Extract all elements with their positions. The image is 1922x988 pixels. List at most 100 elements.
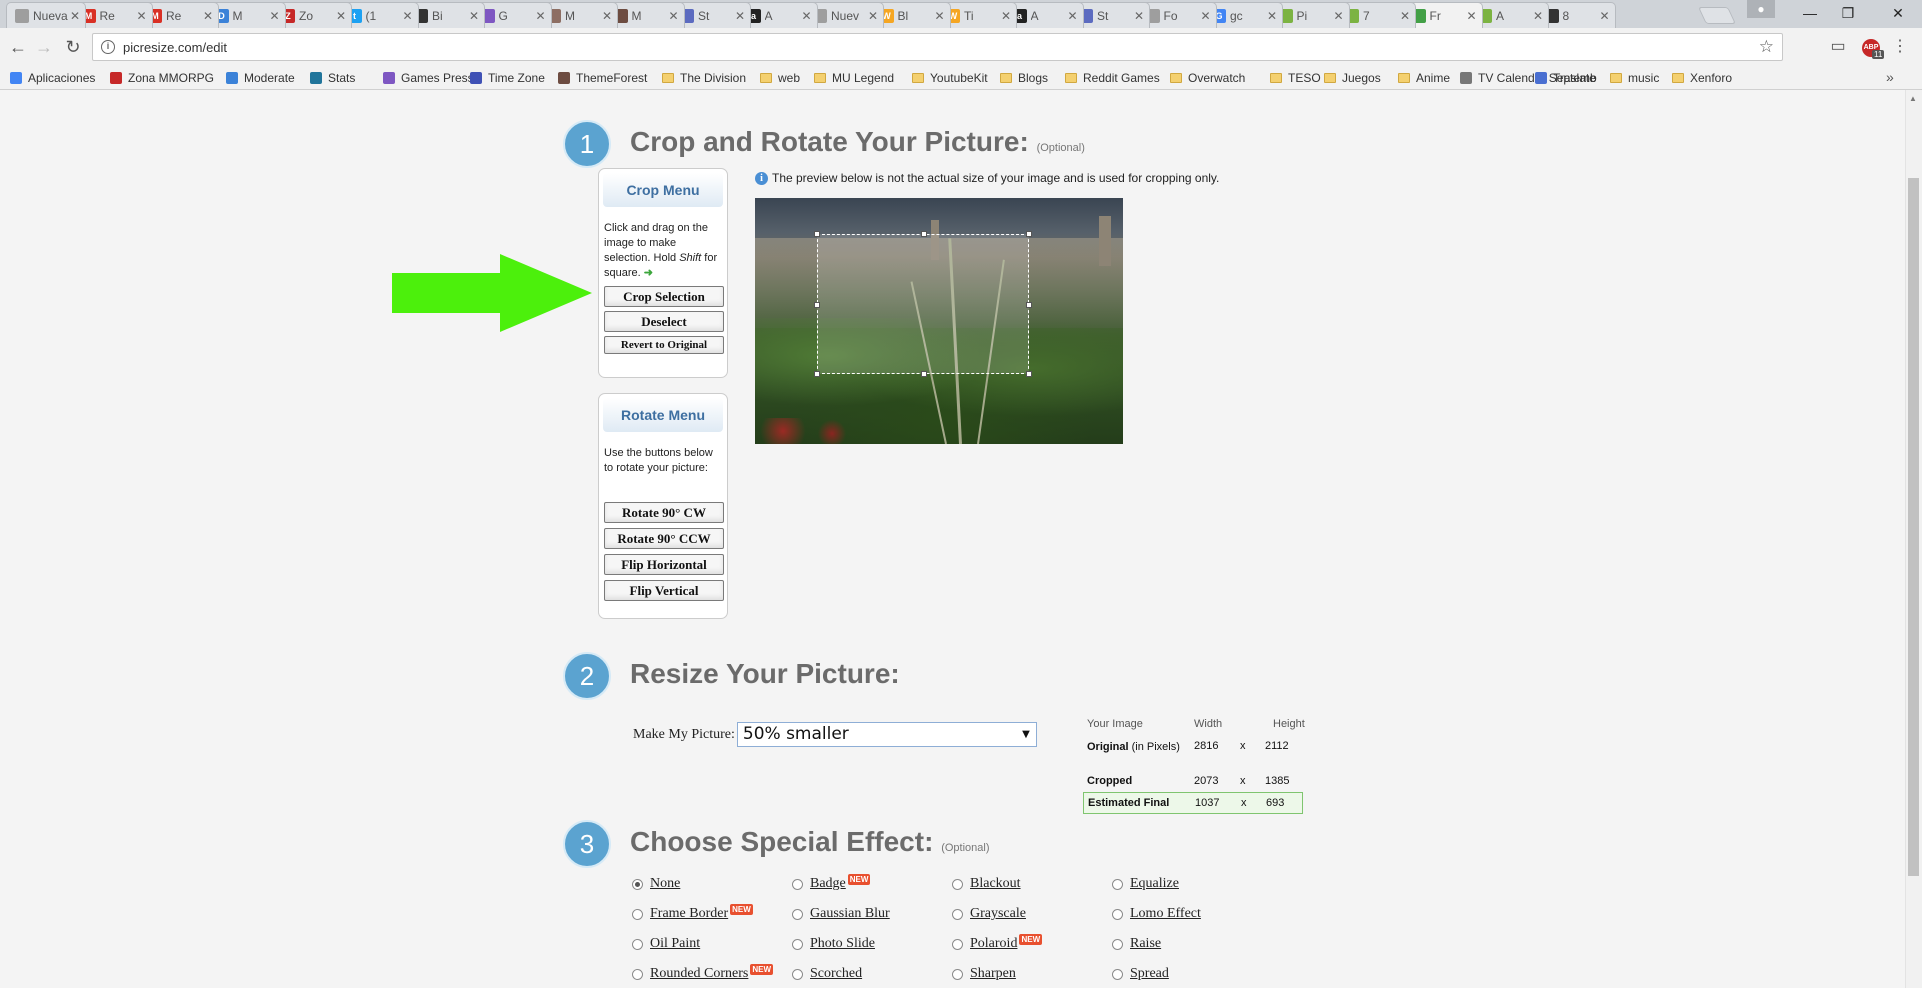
effect-radio[interactable] bbox=[792, 908, 803, 920]
effect-radio[interactable] bbox=[1112, 938, 1123, 950]
effect-option[interactable]: Spread bbox=[1112, 966, 1169, 982]
tab-close-icon[interactable]: ✕ bbox=[734, 9, 746, 23]
deselect-button[interactable]: Deselect bbox=[604, 311, 724, 332]
bookmark-item[interactable]: Time Zone bbox=[470, 69, 545, 87]
effect-radio[interactable] bbox=[1112, 878, 1123, 890]
effect-radio[interactable] bbox=[952, 908, 963, 920]
effect-option[interactable]: Polaroid NEW bbox=[952, 933, 1043, 952]
effect-option[interactable]: Badge NEW bbox=[792, 873, 871, 892]
menu-kebab-icon[interactable]: ⋮ bbox=[1889, 37, 1911, 57]
bookmark-item[interactable]: ThemeForest bbox=[558, 69, 647, 87]
effect-radio[interactable] bbox=[1112, 968, 1123, 980]
effect-option[interactable]: None bbox=[632, 876, 680, 892]
bookmark-item[interactable]: YoutubeKit bbox=[912, 69, 988, 87]
bookmark-item[interactable]: Xenforo bbox=[1672, 69, 1732, 87]
effect-radio[interactable] bbox=[952, 938, 963, 950]
bookmark-item[interactable]: Juegos bbox=[1324, 69, 1381, 87]
maximize-icon[interactable]: ❐ bbox=[1826, 2, 1870, 24]
bookmark-item[interactable]: Games Press bbox=[383, 69, 474, 87]
bookmark-item[interactable]: Reddit Games bbox=[1065, 69, 1160, 87]
crop-handle[interactable] bbox=[1026, 302, 1032, 308]
effect-radio[interactable] bbox=[952, 878, 963, 890]
tab-close-icon[interactable]: ✕ bbox=[1133, 9, 1145, 23]
crop-handle[interactable] bbox=[921, 371, 927, 377]
effect-label[interactable]: None bbox=[650, 876, 680, 892]
tab-close-icon[interactable]: ✕ bbox=[1200, 9, 1212, 23]
flip-horizontal-button[interactable]: Flip Horizontal bbox=[604, 554, 724, 575]
address-bar[interactable]: i picresize.com/edit ☆ bbox=[92, 33, 1783, 61]
effect-option[interactable]: Oil Paint bbox=[632, 936, 700, 952]
bookmark-item[interactable]: web bbox=[760, 69, 800, 87]
bookmark-item[interactable]: The Division bbox=[662, 69, 746, 87]
bookmark-item[interactable]: Moderate bbox=[226, 69, 295, 87]
bookmark-item[interactable]: Zona MMORPG bbox=[110, 69, 214, 87]
effect-radio[interactable] bbox=[952, 968, 963, 980]
crop-handle[interactable] bbox=[814, 302, 820, 308]
effect-radio[interactable] bbox=[792, 968, 803, 980]
effect-option[interactable]: Gaussian Blur bbox=[792, 906, 890, 922]
tab-close-icon[interactable]: ✕ bbox=[601, 9, 613, 23]
effect-label[interactable]: Scorched bbox=[810, 966, 862, 982]
effect-option[interactable]: Frame Border NEW bbox=[632, 903, 753, 922]
effect-label[interactable]: Photo Slide bbox=[810, 936, 875, 952]
bookmark-item[interactable]: music bbox=[1610, 69, 1659, 87]
crop-handle[interactable] bbox=[921, 231, 927, 237]
profile-icon[interactable]: ● bbox=[1747, 0, 1775, 18]
tab-close-icon[interactable]: ✕ bbox=[335, 9, 347, 23]
tab-close-icon[interactable]: ✕ bbox=[934, 9, 946, 23]
crop-handle[interactable] bbox=[814, 231, 820, 237]
effect-radio[interactable] bbox=[632, 908, 643, 920]
effect-option[interactable]: Photo Slide bbox=[792, 936, 875, 952]
effect-label[interactable]: Rounded Corners bbox=[650, 966, 748, 982]
effect-radio[interactable] bbox=[792, 938, 803, 950]
tab-close-icon[interactable]: ✕ bbox=[1399, 9, 1411, 23]
crop-selection-button[interactable]: Crop Selection bbox=[604, 286, 724, 307]
cast-icon[interactable]: ▭ bbox=[1827, 37, 1849, 57]
effect-option[interactable]: Blackout bbox=[952, 876, 1021, 892]
back-icon[interactable]: ← bbox=[6, 35, 30, 59]
effect-label[interactable]: Oil Paint bbox=[650, 936, 700, 952]
effect-label[interactable]: Badge bbox=[810, 876, 846, 892]
tab-close-icon[interactable]: ✕ bbox=[1532, 9, 1544, 23]
crop-handle[interactable] bbox=[1026, 231, 1032, 237]
effect-option[interactable]: Sharpen bbox=[952, 966, 1016, 982]
tab-close-icon[interactable]: ✕ bbox=[1466, 9, 1478, 23]
crop-handle[interactable] bbox=[1026, 371, 1032, 377]
crop-handle[interactable] bbox=[814, 371, 820, 377]
scroll-up-icon[interactable]: ▲ bbox=[1909, 94, 1917, 103]
image-preview-canvas[interactable] bbox=[755, 198, 1123, 444]
rotate-ccw-button[interactable]: Rotate 90° CCW bbox=[604, 528, 724, 549]
tab-close-icon[interactable]: ✕ bbox=[1333, 9, 1345, 23]
effect-label[interactable]: Grayscale bbox=[970, 906, 1026, 922]
rotate-cw-button[interactable]: Rotate 90° CW bbox=[604, 502, 724, 523]
tab-close-icon[interactable]: ✕ bbox=[1000, 9, 1012, 23]
effect-label[interactable]: Frame Border bbox=[650, 906, 728, 922]
effect-option[interactable]: Equalize bbox=[1112, 876, 1179, 892]
effect-radio[interactable] bbox=[792, 878, 803, 890]
effect-radio[interactable] bbox=[1112, 908, 1123, 920]
new-tab-button[interactable] bbox=[1698, 7, 1736, 24]
bookmark-item[interactable]: Aplicaciones bbox=[10, 69, 95, 87]
effect-option[interactable]: Lomo Effect bbox=[1112, 906, 1201, 922]
tab-close-icon[interactable]: ✕ bbox=[535, 9, 547, 23]
bookmark-item[interactable]: Traslate bbox=[1535, 69, 1596, 87]
effect-radio[interactable] bbox=[632, 968, 643, 980]
tab-close-icon[interactable]: ✕ bbox=[136, 9, 148, 23]
effect-label[interactable]: Blackout bbox=[970, 876, 1021, 892]
tab-close-icon[interactable]: ✕ bbox=[402, 9, 414, 23]
tab-close-icon[interactable]: ✕ bbox=[1599, 9, 1611, 23]
effect-option[interactable]: Raise bbox=[1112, 936, 1161, 952]
effect-label[interactable]: Raise bbox=[1130, 936, 1161, 952]
bookmark-item[interactable]: Stats bbox=[310, 69, 355, 87]
bookmark-item[interactable]: TESO bbox=[1270, 69, 1321, 87]
bookmarks-overflow-icon[interactable]: » bbox=[1886, 69, 1894, 85]
tab-close-icon[interactable]: ✕ bbox=[1067, 9, 1079, 23]
effect-label[interactable]: Sharpen bbox=[970, 966, 1016, 982]
forward-icon[interactable]: → bbox=[32, 35, 56, 59]
bookmark-item[interactable]: Anime bbox=[1398, 69, 1450, 87]
crop-selection-box[interactable] bbox=[814, 231, 1032, 377]
effect-option[interactable]: Scorched bbox=[792, 966, 862, 982]
bookmark-item[interactable]: Overwatch bbox=[1170, 69, 1245, 87]
bookmark-star-icon[interactable]: ☆ bbox=[1759, 37, 1774, 57]
effect-label[interactable]: Equalize bbox=[1130, 876, 1179, 892]
